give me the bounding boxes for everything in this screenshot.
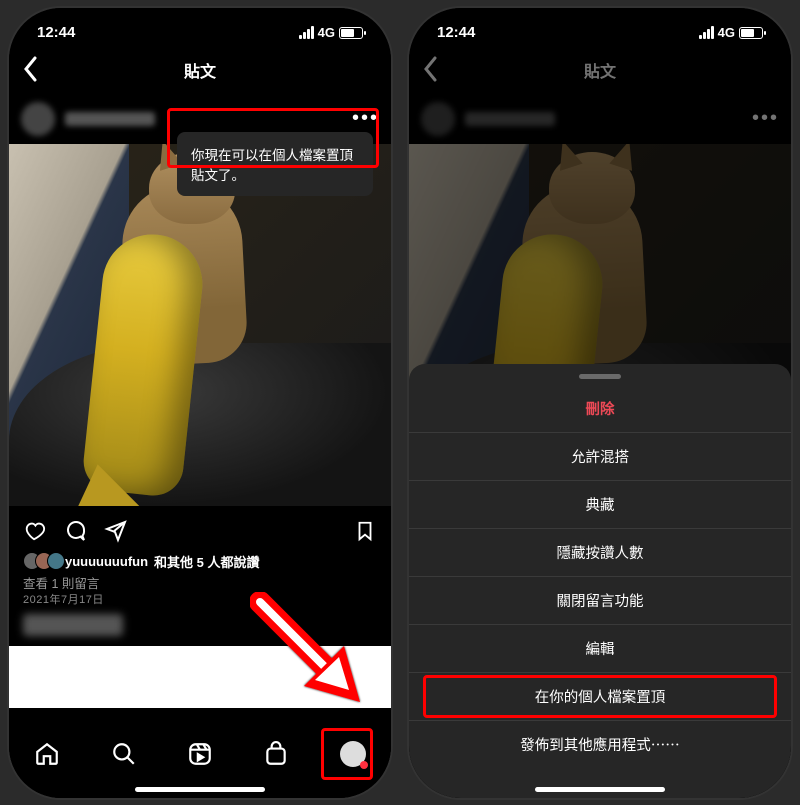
page-title: 貼文 [584, 58, 616, 82]
next-post-header [23, 614, 123, 636]
signal-bars-icon [699, 26, 714, 39]
likes-handle: yuuuuuuufun [65, 554, 148, 569]
home-indicator [535, 787, 665, 792]
sheet-item-pin-to-profile[interactable]: 在你的個人檔案置頂 [409, 673, 791, 721]
action-row [9, 510, 391, 552]
avatar[interactable] [21, 102, 55, 136]
sheet-item-remix[interactable]: 允許混搭 [409, 433, 791, 481]
pin-tooltip: 你現在可以在個人檔案置頂貼文了。 [177, 132, 373, 196]
status-right: 4G [699, 25, 763, 40]
shop-tab-icon[interactable] [263, 741, 289, 767]
sheet-item-turn-off-comments[interactable]: 關閉留言功能 [409, 577, 791, 625]
avatar[interactable] [421, 102, 455, 136]
back-icon[interactable] [423, 56, 437, 82]
sheet-item-archive[interactable]: 典藏 [409, 481, 791, 529]
sheet-grabber[interactable] [579, 374, 621, 379]
phone-right: 12:44 4G 貼文 ••• 刪除 允許混搭 典藏 隱藏 [409, 8, 791, 798]
network-label: 4G [718, 25, 735, 40]
likes-suffix: 和其他 5 人都說讚 [154, 552, 259, 571]
phone-left: 12:44 4G 貼文 ••• 你現在可以在個人檔案置頂貼文了。 [9, 8, 391, 798]
sheet-item-post-to-other-apps[interactable]: 發佈到其他應用程式⋯⋯ [409, 721, 791, 769]
search-tab-icon[interactable] [111, 741, 137, 767]
sheet-item-edit[interactable]: 編輯 [409, 625, 791, 673]
battery-icon [339, 27, 363, 39]
share-icon[interactable] [103, 519, 127, 543]
page-title: 貼文 [184, 58, 216, 82]
like-icon[interactable] [23, 519, 47, 543]
next-post-preview [9, 646, 391, 708]
home-tab-icon[interactable] [34, 741, 60, 767]
more-options-button[interactable]: ••• [352, 107, 379, 130]
sheet-item-delete[interactable]: 刪除 [409, 385, 791, 433]
screen: 貼文 ••• 你現在可以在個人檔案置頂貼文了。 [9, 8, 391, 798]
post-date: 2021年7月17日 [23, 591, 104, 607]
action-sheet: 刪除 允許混搭 典藏 隱藏按讚人數 關閉留言功能 編輯 在你的個人檔案置頂 發佈… [409, 364, 791, 798]
status-time: 12:44 [37, 24, 75, 41]
notch [110, 8, 290, 36]
sheet-item-hide-likes[interactable]: 隱藏按讚人數 [409, 529, 791, 577]
username[interactable] [65, 112, 155, 126]
back-icon[interactable] [23, 56, 37, 82]
tooltip-text: 你現在可以在個人檔案置頂貼文了。 [191, 148, 353, 183]
view-comments-link[interactable]: 查看 1 則留言 [23, 573, 99, 592]
likes-avatars [23, 552, 59, 570]
likes-row[interactable]: yuuuuuuufun 和其他 5 人都說讚 [23, 552, 377, 571]
reels-tab-icon[interactable] [187, 741, 213, 767]
save-icon[interactable] [353, 519, 377, 543]
status-right: 4G [299, 25, 363, 40]
comment-icon[interactable] [63, 519, 87, 543]
more-options-button[interactable]: ••• [752, 107, 779, 130]
post-image[interactable] [9, 144, 391, 506]
top-nav: 貼文 [9, 50, 391, 90]
username[interactable] [465, 112, 555, 126]
network-label: 4G [318, 25, 335, 40]
home-indicator [135, 787, 265, 792]
battery-icon [739, 27, 763, 39]
status-time: 12:44 [437, 24, 475, 41]
notch [510, 8, 690, 36]
top-nav: 貼文 [409, 50, 791, 90]
signal-bars-icon [299, 26, 314, 39]
screen: 貼文 ••• 刪除 允許混搭 典藏 隱藏按讚人數 關閉留言功能 編輯 在你的個人… [409, 8, 791, 798]
post-header: ••• [409, 94, 791, 144]
profile-tab-icon[interactable] [340, 741, 366, 767]
